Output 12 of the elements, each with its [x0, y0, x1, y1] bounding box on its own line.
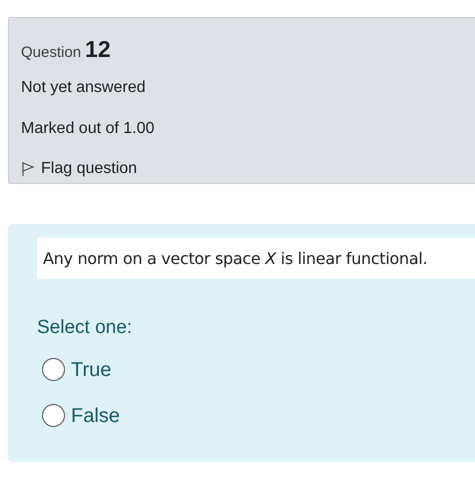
radio-button[interactable] [42, 404, 65, 427]
question-number: 12 [85, 35, 111, 64]
answer-option[interactable]: False [42, 400, 120, 430]
question-label: Question [21, 43, 82, 63]
marks-text: Marked out of 1.00 [21, 118, 156, 138]
status-text: Not yet answered [21, 78, 147, 98]
question-text: Any norm on a vector space X is linear functional. [37, 238, 475, 279]
flag-question-button[interactable]: Flag question [21, 156, 138, 180]
flag-icon [21, 160, 35, 176]
select-one-prompt: Select one: [37, 316, 134, 340]
radio-button[interactable] [42, 358, 65, 381]
answer-option[interactable]: True [42, 354, 112, 384]
